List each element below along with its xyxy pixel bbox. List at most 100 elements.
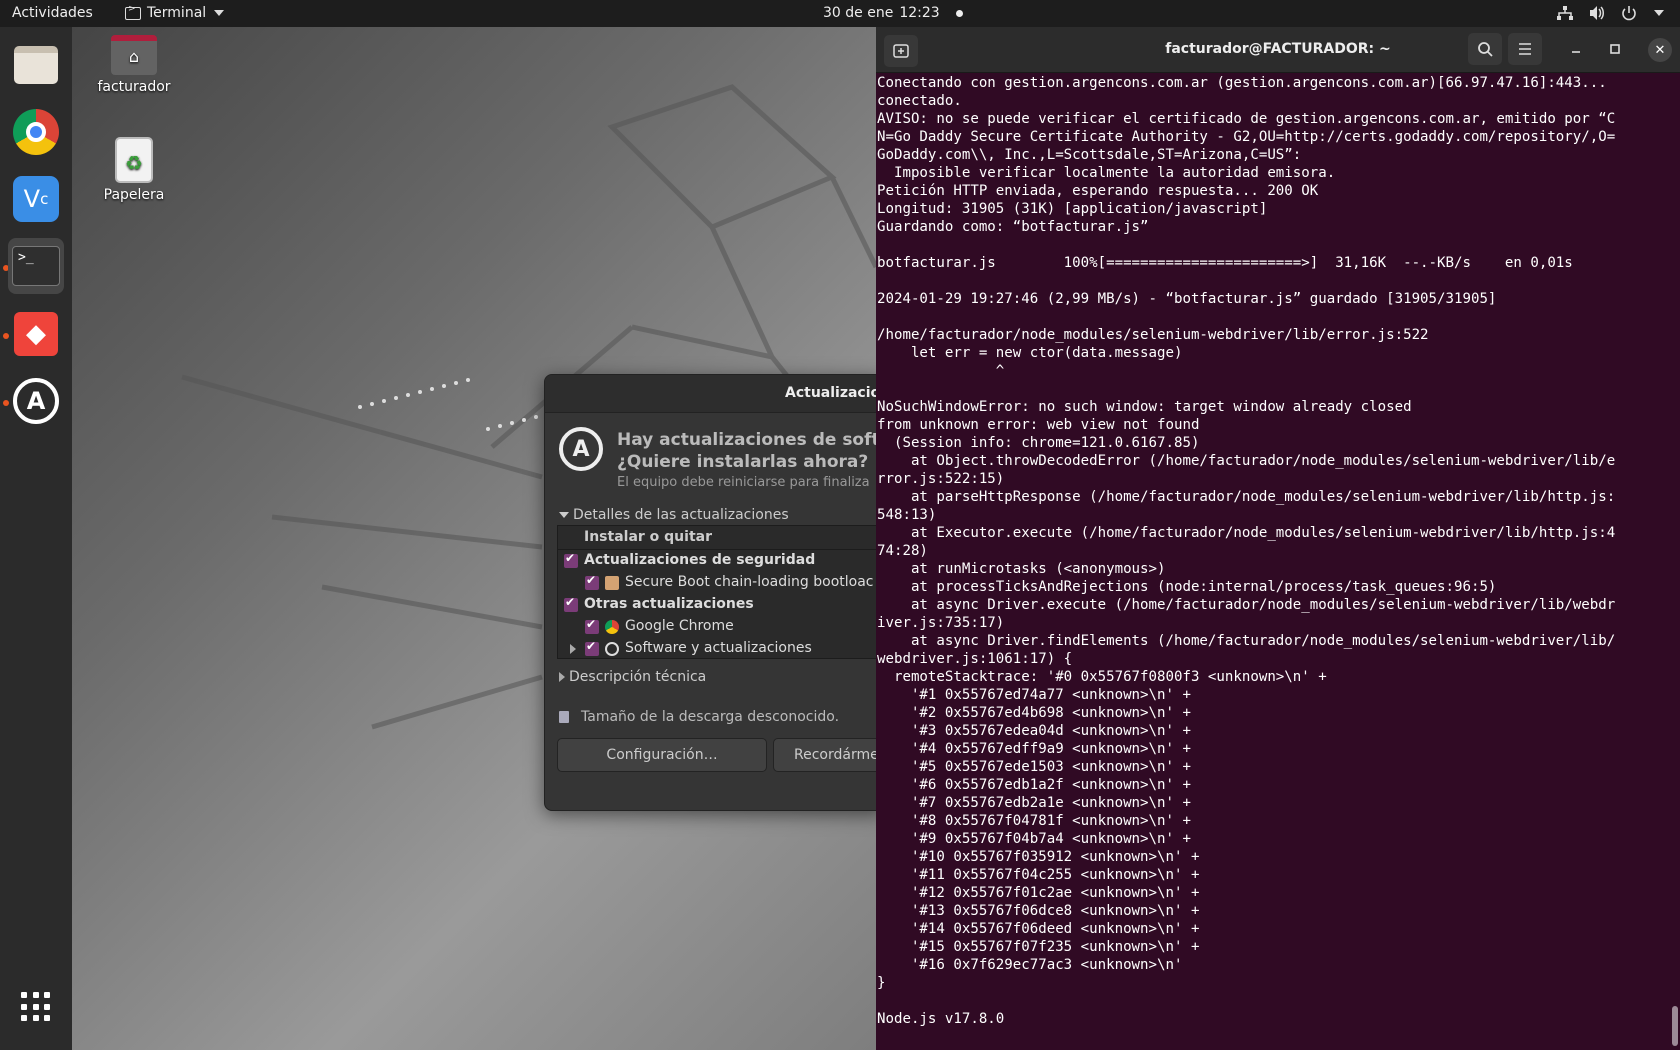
minimize-button[interactable] — [1559, 33, 1593, 65]
vnc-icon: Vc — [13, 176, 59, 222]
dock-anydesk[interactable]: ◆ — [8, 306, 64, 362]
checkbox[interactable] — [585, 639, 599, 656]
clock-date: 30 de ene — [823, 5, 894, 21]
dock-vnc-viewer[interactable]: Vc — [8, 171, 64, 227]
maximize-button[interactable] — [1598, 33, 1632, 65]
checkbox[interactable] — [564, 595, 578, 612]
system-tray[interactable] — [1556, 5, 1664, 21]
terminal-line: '#15 0x55767f07f235 <unknown>\n' + — [877, 939, 1200, 955]
activities-button[interactable]: Actividades — [12, 5, 93, 21]
clock-time: 12:23 — [899, 5, 940, 21]
terminal-icon: >_ — [12, 246, 60, 286]
terminal-line: GoDaddy.com\\, Inc.,L=Scottsdale,ST=Ariz… — [877, 147, 1302, 163]
terminal-line: at async Driver.execute (/home/facturado… — [877, 597, 1616, 613]
clock[interactable]: 30 de ene 12:23 — [823, 5, 963, 21]
close-button[interactable]: ✕ — [1648, 38, 1672, 62]
trash-icon — [115, 137, 153, 183]
scrollbar-thumb[interactable] — [1672, 1006, 1678, 1046]
show-apps-grid-icon[interactable] — [21, 992, 51, 1022]
terminal-line: remoteStacktrace: '#0 0x55767f0800f3 <un… — [877, 669, 1327, 685]
terminal-output[interactable]: Conectando con gestion.argencons.com.ar … — [876, 74, 1666, 1050]
terminal-line: at runMicrotasks (<anonymous>) — [877, 561, 1166, 577]
remind-later-button[interactable]: Recordárme — [773, 738, 883, 772]
technical-description-expander[interactable]: Descripción técnica — [559, 669, 706, 685]
download-size-label: Tamaño de la descarga desconocido. — [581, 709, 840, 725]
desktop-icon-papelera[interactable]: Papelera — [84, 137, 184, 203]
dialog-subtitle: El equipo debe reiniciarse para finaliza — [617, 475, 870, 490]
terminal-line: '#14 0x55767f06deed <unknown>\n' + — [877, 921, 1200, 937]
dock-google-chrome[interactable] — [8, 104, 64, 160]
power-icon[interactable] — [1620, 5, 1638, 21]
list-item-label: Google Chrome — [625, 618, 734, 634]
list-item-label: Otras actualizaciones — [584, 596, 754, 612]
checkbox[interactable] — [585, 617, 599, 634]
terminal-line: Imposible verificar localmente la autori… — [877, 165, 1336, 181]
terminal-icon — [125, 4, 141, 20]
app-menu[interactable]: Terminal — [125, 4, 225, 21]
terminal-headerbar[interactable]: facturador@FACTURADOR: ~ ✕ — [876, 27, 1680, 73]
terminal-line: '#9 0x55767f04b7a4 <unknown>\n' + — [877, 831, 1191, 847]
terminal-line: 74:28) — [877, 543, 928, 559]
network-icon[interactable] — [1556, 5, 1574, 21]
terminal-line: ^ — [877, 363, 1005, 379]
list-item-label: Actualizaciones de seguridad — [584, 552, 816, 568]
terminal-line: '#6 0x55767edb1a2f <unknown>\n' + — [877, 777, 1191, 793]
dock: Vc >_ ◆ A — [0, 27, 72, 1050]
terminal-line: '#7 0x55767edb2a1e <unknown>\n' + — [877, 795, 1191, 811]
chrome-icon — [13, 109, 59, 155]
chrome-icon — [605, 620, 619, 634]
checkbox[interactable] — [564, 551, 578, 568]
technical-description-label: Descripción técnica — [569, 669, 707, 685]
checkbox[interactable] — [585, 573, 599, 590]
dock-files[interactable] — [8, 37, 64, 93]
terminal-line: Node.js v17.8.0 — [877, 1011, 1005, 1027]
search-icon — [1478, 42, 1493, 57]
anydesk-icon: ◆ — [14, 312, 58, 356]
list-item[interactable]: Secure Boot chain-loading bootloac — [558, 572, 883, 594]
list-item[interactable]: Google Chrome — [558, 616, 883, 638]
download-size: Tamaño de la descarga desconocido. — [559, 709, 839, 725]
terminal-line: 2024-01-29 19:27:46 (2,99 MB/s) - “botfa… — [877, 291, 1497, 307]
terminal-line: Conectando con gestion.argencons.com.ar … — [877, 75, 1607, 91]
terminal-line: '#16 0x7f629ec77ac3 <unknown>\n' — [877, 957, 1183, 973]
menu-button[interactable] — [1508, 33, 1542, 65]
home-folder-icon — [111, 35, 157, 75]
volume-icon[interactable] — [1588, 5, 1606, 21]
terminal-line: Guardando como: “botfacturar.js” — [877, 219, 1149, 235]
desktop-icon-label: facturador — [97, 79, 171, 95]
minimize-icon — [1572, 51, 1580, 53]
list-item[interactable]: Otras actualizaciones — [558, 594, 883, 616]
dock-terminal[interactable]: >_ — [8, 238, 64, 294]
top-bar: Actividades Terminal 30 de ene 12:23 — [0, 0, 1680, 27]
desktop-icon-facturador[interactable]: facturador — [84, 35, 184, 95]
dialog-heading-line1: Hay actualizaciones de softwar — [617, 430, 883, 450]
software-updater-icon — [605, 642, 619, 656]
list-item-label: Secure Boot chain-loading bootloac — [625, 574, 874, 590]
terminal-line: '#10 0x55767f035912 <unknown>\n' + — [877, 849, 1200, 865]
terminal-line: '#11 0x55767f04c255 <unknown>\n' + — [877, 867, 1200, 883]
column-header[interactable]: Instalar o quitar — [558, 526, 883, 550]
settings-button[interactable]: Configuración… — [557, 738, 767, 772]
terminal-line: rror.js:522:15) — [877, 471, 1005, 487]
details-expander[interactable]: Detalles de las actualizaciones — [559, 507, 789, 523]
search-button[interactable] — [1468, 33, 1502, 65]
terminal-line: webdriver.js:1061:17) { — [877, 651, 1073, 667]
terminal-line: botfacturar.js 100%[====================… — [877, 255, 1573, 271]
terminal-line: /home/facturador/node_modules/selenium-w… — [877, 327, 1429, 343]
dock-software-updater[interactable]: A — [8, 373, 64, 429]
terminal-line: NoSuchWindowError: no such window: targe… — [877, 399, 1412, 415]
terminal-line: '#2 0x55767ed4b698 <unknown>\n' + — [877, 705, 1191, 721]
details-expander-label: Detalles de las actualizaciones — [573, 507, 789, 523]
expander-right-icon[interactable] — [570, 644, 576, 654]
list-item[interactable]: Software y actualizaciones — [558, 638, 883, 660]
list-item[interactable]: Actualizaciones de seguridad — [558, 550, 883, 572]
terminal-line: '#4 0x55767edff9a9 <unknown>\n' + — [877, 741, 1191, 757]
system-menu-chevron-icon[interactable] — [1654, 10, 1664, 16]
updates-list[interactable]: Instalar o quitar Actualizaciones de seg… — [557, 525, 883, 660]
terminal-line: at async Driver.findElements (/home/fact… — [877, 633, 1616, 649]
dialog-titlebar[interactable]: Actualizacion — [545, 375, 883, 413]
hamburger-menu-icon — [1519, 43, 1531, 55]
